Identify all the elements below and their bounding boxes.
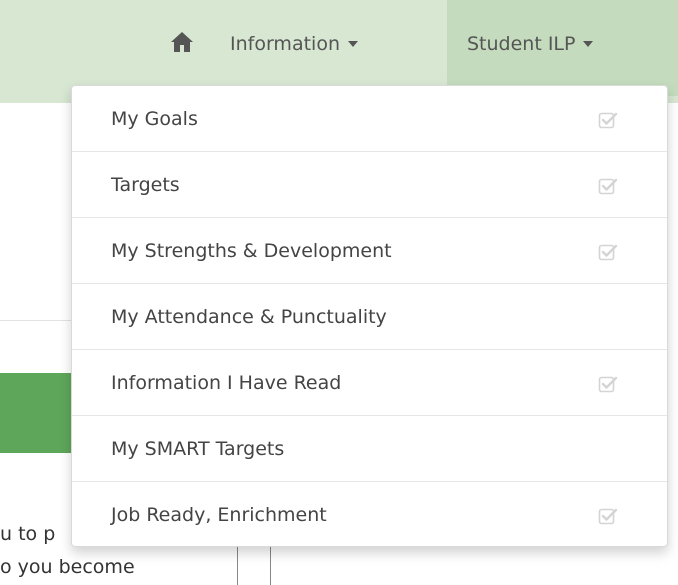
caret-down-icon — [583, 41, 594, 47]
menu-item-my-goals[interactable]: My Goals — [72, 86, 667, 152]
menu-item-label: My Strengths & Development — [111, 240, 392, 262]
menu-item-label: Targets — [111, 174, 180, 196]
student-ilp-dropdown-menu: My Goals Targets My Strengths & Developm… — [71, 85, 668, 547]
menu-item-targets[interactable]: Targets — [72, 152, 667, 218]
checkbox-checked-icon — [598, 508, 618, 525]
checkbox-checked-icon — [598, 376, 618, 393]
nav-information-label: Information — [230, 33, 340, 55]
nav-student-ilp[interactable]: Student ILP — [447, 0, 678, 96]
menu-item-label: Information I Have Read — [111, 372, 342, 394]
checkbox-checked-icon — [598, 244, 618, 261]
home-icon[interactable] — [170, 30, 194, 54]
background-box — [237, 545, 271, 585]
nav-student-ilp-label: Student ILP — [467, 33, 576, 55]
nav-information[interactable]: Information — [230, 0, 358, 88]
checkbox-checked-icon — [598, 178, 618, 195]
checkbox-checked-icon — [598, 112, 618, 129]
menu-item-job-ready-enrichment[interactable]: Job Ready, Enrichment — [72, 482, 667, 546]
menu-item-information-i-have-read[interactable]: Information I Have Read — [72, 350, 667, 416]
menu-item-label: Job Ready, Enrichment — [111, 504, 327, 526]
menu-item-my-strengths-development[interactable]: My Strengths & Development — [72, 218, 667, 284]
background-text: u to p — [0, 523, 56, 545]
menu-item-label: My Goals — [111, 108, 198, 130]
menu-item-label: My SMART Targets — [111, 438, 285, 460]
menu-item-my-attendance-punctuality[interactable]: My Attendance & Punctuality — [72, 284, 667, 350]
background-divider — [0, 320, 80, 321]
menu-item-label: My Attendance & Punctuality — [111, 306, 387, 328]
menu-item-my-smart-targets[interactable]: My SMART Targets — [72, 416, 667, 482]
background-green-band — [0, 373, 80, 453]
caret-down-icon — [347, 41, 358, 47]
